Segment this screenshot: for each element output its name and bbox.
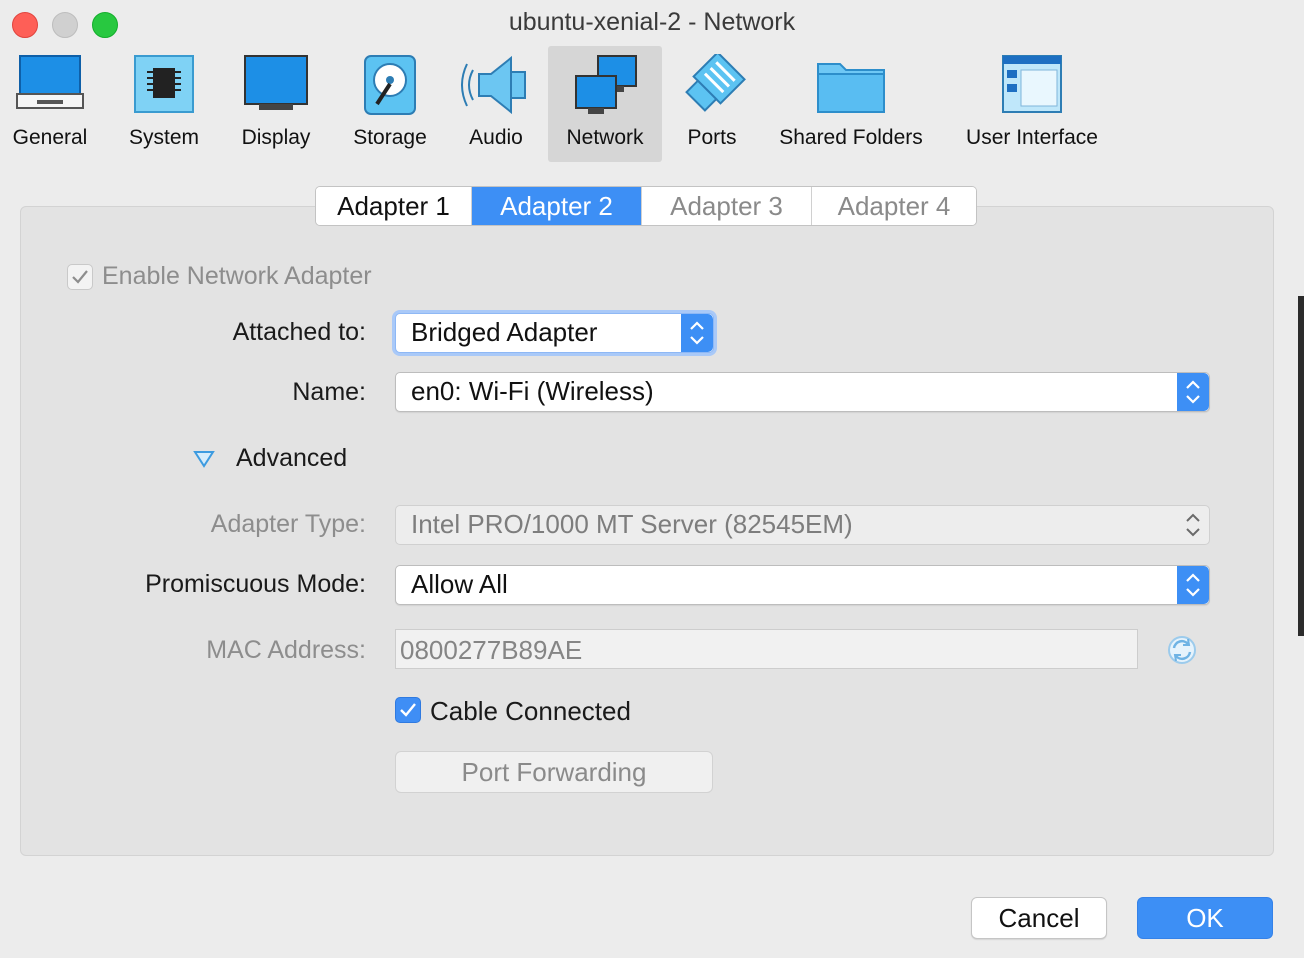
tab-adapter-4[interactable]: Adapter 4 bbox=[812, 187, 976, 225]
background-window-edge bbox=[1298, 296, 1304, 636]
up-down-chevron-icon bbox=[1186, 513, 1200, 537]
toolbar-label-general: General bbox=[12, 126, 88, 149]
advanced-label[interactable]: Advanced bbox=[236, 444, 347, 473]
name-label: Name: bbox=[292, 378, 366, 406]
toolbar-label-user-interface: User Interface bbox=[966, 126, 1098, 149]
mac-address-field[interactable]: 0800277B89AE bbox=[395, 629, 1138, 669]
attached-to-stepper bbox=[681, 314, 713, 352]
toolbar-item-display[interactable]: Display bbox=[226, 46, 326, 162]
disk-icon bbox=[364, 55, 416, 115]
enable-network-adapter-label: Enable Network Adapter bbox=[102, 262, 372, 290]
up-down-chevron-icon bbox=[1186, 380, 1200, 404]
adapter-type-select[interactable]: Intel PRO/1000 MT Server (82545EM) bbox=[395, 505, 1210, 545]
window-title: ubuntu-xenial-2 - Network bbox=[508, 8, 796, 36]
toolbar-label-display: Display bbox=[241, 126, 311, 149]
disclosure-triangle-icon[interactable] bbox=[193, 450, 215, 468]
speaker-icon bbox=[461, 55, 526, 115]
toolbar-item-audio[interactable]: Audio bbox=[446, 46, 546, 162]
mac-address-value: 0800277B89AE bbox=[400, 635, 583, 665]
cancel-button[interactable]: Cancel bbox=[971, 897, 1107, 939]
attached-to-value: Bridged Adapter bbox=[411, 317, 598, 347]
adapter-tab-bar: Adapter 1 Adapter 2 Adapter 3 Adapter 4 bbox=[315, 186, 977, 226]
toolbar-label-storage: Storage bbox=[353, 126, 427, 149]
name-stepper bbox=[1177, 373, 1209, 411]
promiscuous-mode-value: Allow All bbox=[411, 569, 508, 599]
promiscuous-mode-stepper bbox=[1177, 566, 1209, 604]
toolbar-label-system: System bbox=[128, 126, 199, 149]
folder-icon bbox=[817, 63, 885, 113]
tab-adapter-1[interactable]: Adapter 1 bbox=[316, 187, 472, 225]
checkmark-icon bbox=[400, 703, 416, 717]
adapter-type-stepper bbox=[1177, 506, 1209, 544]
checkmark-icon bbox=[72, 270, 88, 284]
mac-address-label: MAC Address: bbox=[206, 636, 366, 664]
monitor-icon bbox=[244, 55, 308, 110]
up-down-chevron-icon bbox=[690, 321, 704, 345]
cable-connected-label: Cable Connected bbox=[430, 696, 631, 726]
adapter-type-value: Intel PRO/1000 MT Server (82545EM) bbox=[411, 509, 853, 539]
network-icon bbox=[575, 55, 637, 114]
chip-icon bbox=[134, 55, 194, 113]
up-down-chevron-icon bbox=[1186, 573, 1200, 597]
name-value: en0: Wi-Fi (Wireless) bbox=[411, 376, 654, 406]
toolbar-label-audio: Audio bbox=[469, 126, 523, 149]
general-monitor-icon bbox=[16, 55, 84, 109]
toolbar-item-user-interface[interactable]: User Interface bbox=[950, 46, 1114, 162]
toolbar-label-shared-folders: Shared Folders bbox=[779, 126, 923, 149]
toolbar-label-network: Network bbox=[566, 126, 644, 149]
serial-port-icon bbox=[685, 54, 746, 112]
toolbar-item-network[interactable]: Network bbox=[548, 46, 662, 162]
refresh-mac-icon[interactable] bbox=[1166, 634, 1198, 666]
toolbar-item-storage[interactable]: Storage bbox=[340, 46, 440, 162]
toolbar-item-system[interactable]: System bbox=[114, 46, 214, 162]
attached-to-label: Attached to: bbox=[232, 318, 366, 346]
toolbar-item-shared-folders[interactable]: Shared Folders bbox=[770, 46, 932, 162]
title-bar: ubuntu-xenial-2 - Network bbox=[0, 0, 1304, 46]
window-layout-icon bbox=[1002, 55, 1062, 113]
name-select[interactable]: en0: Wi-Fi (Wireless) bbox=[395, 372, 1210, 412]
promiscuous-mode-label: Promiscuous Mode: bbox=[145, 570, 366, 598]
toolbar-item-general[interactable]: General bbox=[0, 46, 100, 162]
toolbar-label-ports: Ports bbox=[687, 126, 737, 149]
port-forwarding-button[interactable]: Port Forwarding bbox=[395, 751, 713, 793]
attached-to-select[interactable]: Bridged Adapter bbox=[395, 313, 714, 353]
adapter-type-label: Adapter Type: bbox=[210, 510, 366, 538]
tab-adapter-2[interactable]: Adapter 2 bbox=[472, 187, 642, 225]
promiscuous-mode-select[interactable]: Allow All bbox=[395, 565, 1210, 605]
tab-adapter-3[interactable]: Adapter 3 bbox=[642, 187, 812, 225]
ok-button[interactable]: OK bbox=[1137, 897, 1273, 939]
cable-connected-checkbox[interactable] bbox=[395, 697, 421, 723]
toolbar-item-ports[interactable]: Ports bbox=[668, 46, 756, 162]
enable-network-adapter-checkbox[interactable] bbox=[67, 264, 93, 290]
